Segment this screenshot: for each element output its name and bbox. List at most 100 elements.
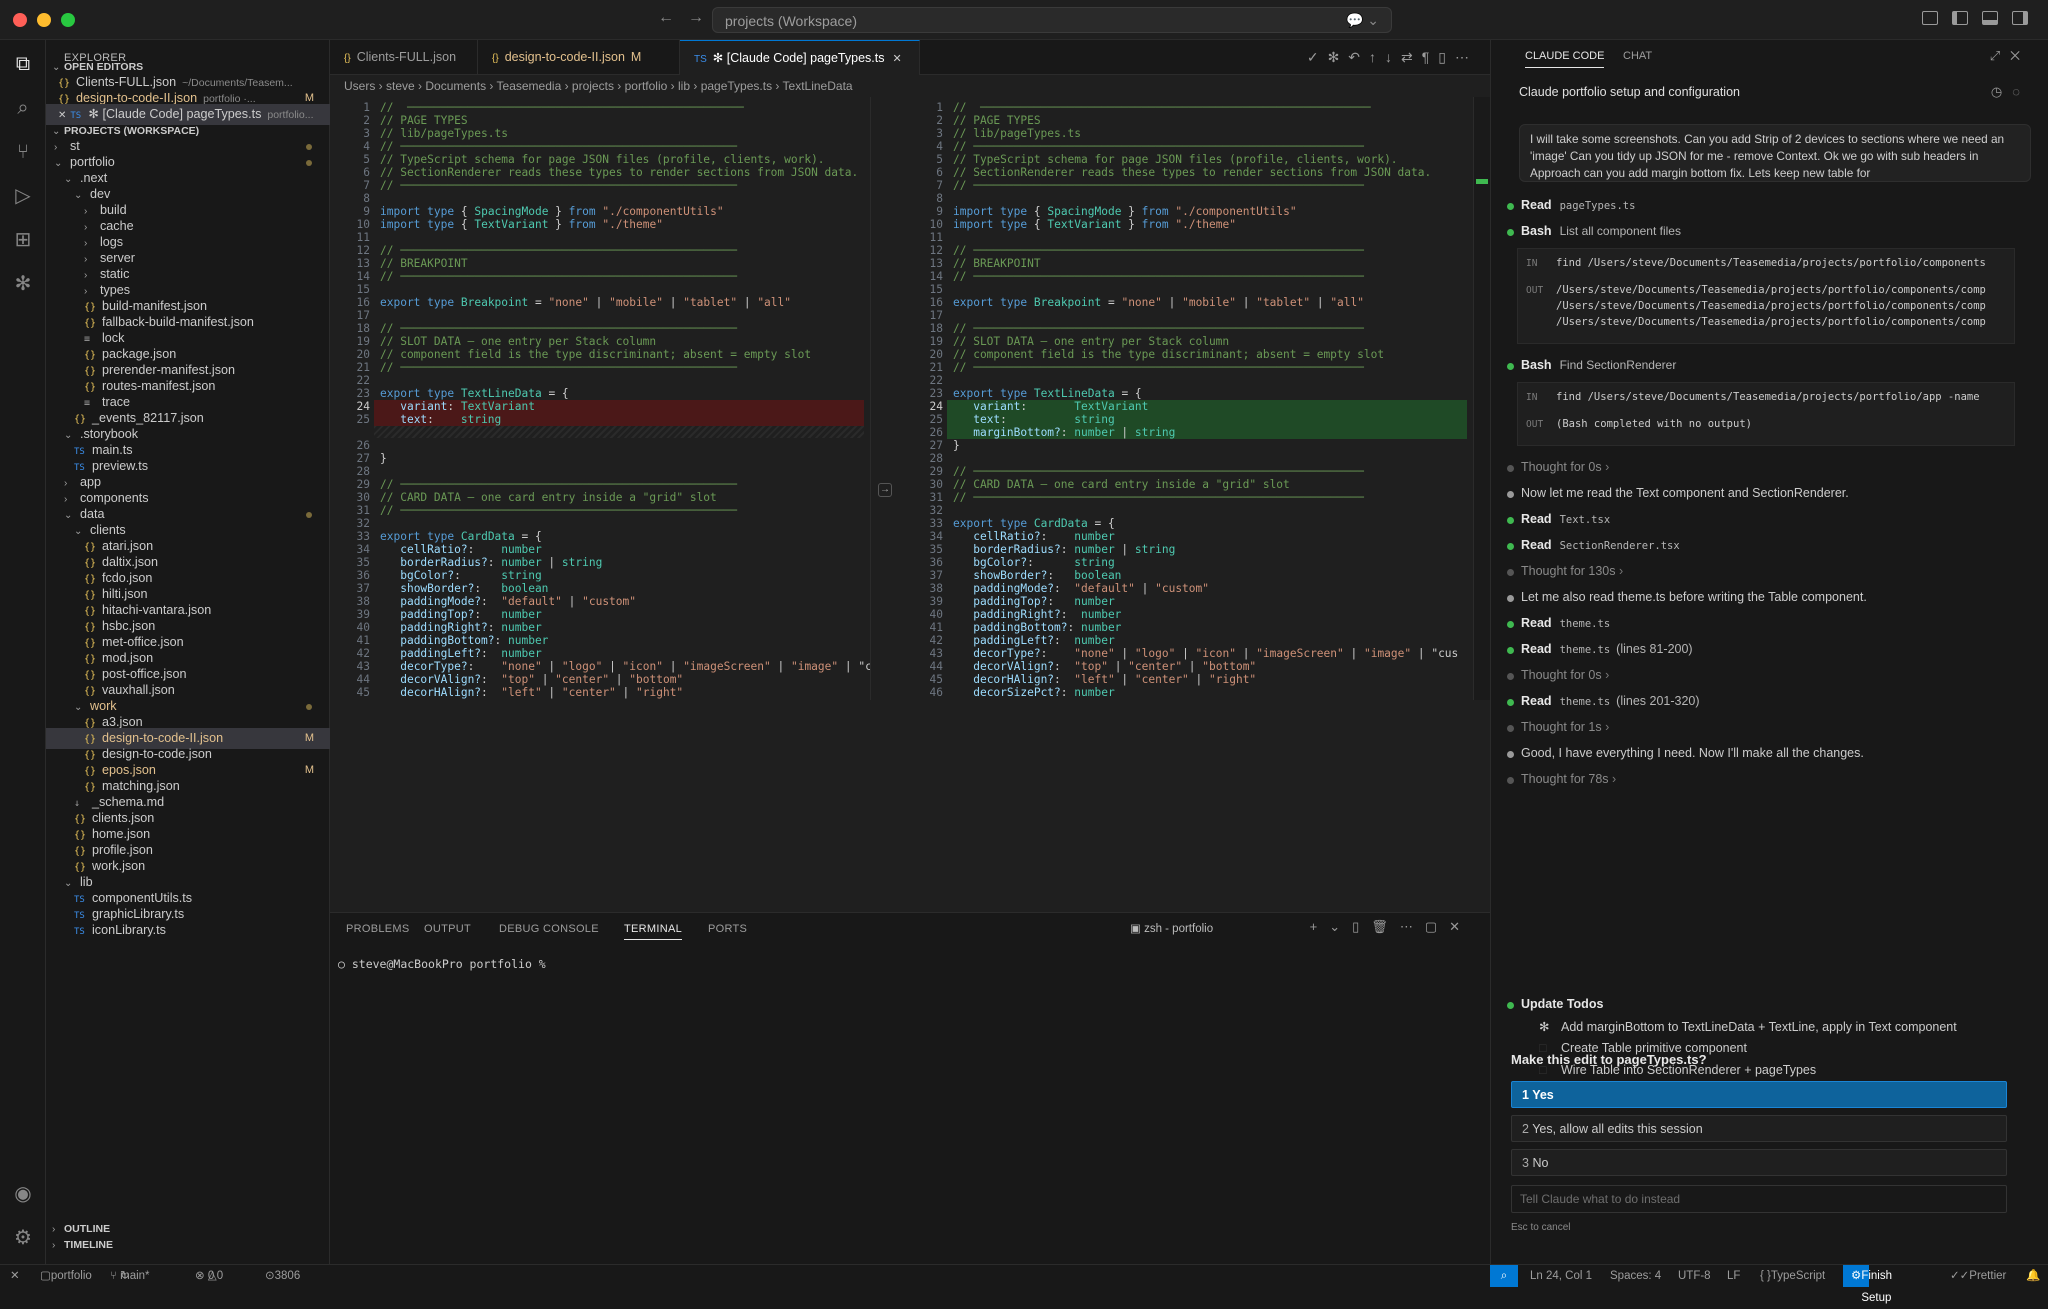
breadcrumb-item[interactable]: steve [386, 79, 415, 93]
chat-icon[interactable]: 💬 ⌄ [1346, 12, 1379, 29]
tab-chat[interactable]: CHAT [1623, 50, 1652, 62]
revert-arrow-icon[interactable]: → [878, 483, 892, 497]
diff-original-pane[interactable]: 1 2 3 4 5 6 7 8 9 10 11 12 13 14 15 16 17 18 19 20 21 22 23 24 2… [330, 97, 870, 700]
line-number: 34 [356, 543, 370, 556]
zoom-window-button[interactable] [61, 13, 75, 27]
chat-step[interactable]: Thought for 1s › [1521, 720, 1609, 734]
folder-status[interactable]: ▢ portfolio [40, 1265, 92, 1287]
breadcrumb-item[interactable]: projects [572, 79, 614, 93]
prettier-status[interactable]: ✓✓ Prettier [1950, 1265, 2006, 1287]
terminal-shell-label[interactable]: ▣ zsh - portfolio [1130, 921, 1213, 935]
breadcrumb-item[interactable]: pageTypes.ts [701, 79, 772, 93]
line-number: 7 [936, 179, 943, 192]
instruction-input[interactable]: Tell Claude what to do instead [1511, 1185, 2007, 1213]
minimize-window-button[interactable] [37, 13, 51, 27]
line-number: 22 [929, 374, 943, 387]
explorer-icon[interactable]: ⧉ [11, 52, 35, 76]
encoding[interactable]: UTF-8 [1678, 1265, 1711, 1287]
toggle-secondary-sidebar-icon[interactable] [2012, 11, 2028, 25]
code-line: // TypeScript schema for page JSON files… [953, 153, 1398, 166]
code-line: paddingRight?: number [973, 608, 1122, 621]
line-number: 1 [363, 101, 370, 114]
finish-setup-button[interactable]: ⚙ Finish Setup [1843, 1265, 1892, 1304]
breadcrumb-item[interactable]: TextLineData [783, 79, 853, 93]
code-line: } [380, 452, 387, 465]
chat-step[interactable]: Thought for 0s › [1521, 460, 1609, 474]
search-icon[interactable]: ⌕ [11, 96, 35, 120]
breadcrumb-item[interactable]: Users [344, 79, 375, 93]
language-mode[interactable]: { } TypeScript [1760, 1265, 1825, 1287]
tab-claude-code[interactable]: CLAUDE CODE [1525, 50, 1605, 68]
line-number: 38 [929, 582, 943, 595]
panel-tab[interactable]: PROBLEMS [346, 923, 410, 935]
chat-step[interactable]: Thought for 0s › [1521, 668, 1609, 682]
line-number: 8 [936, 192, 943, 205]
zoom-icon[interactable]: ⌕ [1490, 1265, 1518, 1287]
editor-tab[interactable]: {} Clients-FULL.json [330, 40, 478, 75]
code-line: export type TextLineData = { [380, 387, 569, 400]
cursor-position[interactable]: Ln 24, Col 1 [1530, 1265, 1592, 1287]
timeline-section[interactable]: › TIMELINE [46, 1234, 330, 1255]
toggle-panel-icon[interactable] [1982, 11, 1998, 25]
panel-tab[interactable]: TERMINAL [624, 923, 683, 940]
close-window-button[interactable] [13, 13, 27, 27]
notifications-icon[interactable]: 🔔 [2026, 1265, 2040, 1287]
chat-step[interactable]: Thought for 130s › [1521, 564, 1623, 578]
panel-window-controls[interactable]: ⤢✕ [1990, 48, 2030, 64]
problems-status[interactable]: ⊗ 0 △ 0 [195, 1265, 223, 1287]
option-number: 2 [1522, 1122, 1533, 1136]
panel-actions[interactable]: +⌄▯🗑⋯▢✕ [1310, 919, 1472, 935]
tree-item-label: server [100, 251, 135, 265]
panel-tab[interactable]: OUTPUT [424, 923, 471, 935]
line-number: 46 [330, 699, 370, 700]
editor-tab[interactable]: TS ✻ [Claude Code] pageTypes.ts ✕ [680, 40, 920, 75]
back-arrow-icon[interactable]: ← [658, 9, 688, 26]
indentation[interactable]: Spaces: 4 [1610, 1265, 1661, 1287]
chat-step[interactable]: Thought for 78s › [1521, 772, 1616, 786]
panel-tab[interactable]: DEBUG CONSOLE [499, 923, 599, 935]
code-line: // ─────────────────────────────────────… [380, 478, 737, 491]
editor-toolbar[interactable]: ✓✻↶↑↓⇄¶▯⋯ [1307, 49, 1478, 66]
editor-tab[interactable]: {} design-to-code-II.json M [478, 40, 680, 75]
extensions-icon[interactable]: ⊞ [11, 228, 35, 252]
line-number: 39 [929, 595, 943, 608]
breadcrumb-item[interactable]: portfolio [625, 79, 668, 93]
panel-tab[interactable]: PORTS [708, 923, 747, 935]
minimap[interactable] [1473, 97, 1490, 700]
run-debug-icon[interactable]: ▷ [11, 184, 35, 208]
code-line: // ─────────────────────────────────────… [953, 465, 1364, 478]
breadcrumb-item[interactable]: lib [678, 79, 690, 93]
code-line: // ─────────────────────────────────────… [953, 361, 1364, 374]
breadcrumb-separator: › [613, 79, 625, 93]
tree-item-label: build-manifest.json [102, 299, 207, 313]
option-number: 3 [1522, 1156, 1533, 1170]
end-of-line[interactable]: LF [1727, 1265, 1740, 1287]
customize-layout-icon[interactable] [1922, 11, 1938, 25]
breadcrumb-item[interactable]: Documents [425, 79, 486, 93]
terminal-prompt[interactable]: ○ steve@MacBookPro portfolio % [338, 957, 546, 971]
chat-step: Read Text.tsx [1521, 512, 1610, 526]
approval-option[interactable]: 2 Yes, allow all edits this session [1511, 1115, 2007, 1142]
account-icon[interactable]: ◉ [11, 1182, 35, 1206]
tree-item-label: main.ts [92, 443, 133, 457]
tree-item-label: fallback-build-manifest.json [102, 315, 254, 329]
source-control-icon[interactable]: ⑂ [11, 140, 35, 164]
line-number: 10 [929, 218, 943, 231]
claude-icon[interactable]: ✻ [11, 272, 35, 296]
tree-item[interactable]: TS iconLibrary.ts [46, 920, 330, 941]
close-tab-icon[interactable]: ✕ [892, 53, 901, 65]
command-center-search[interactable]: projects (Workspace) 💬 ⌄ [712, 7, 1392, 33]
diff-modified-pane[interactable]: 1 2 3 4 5 6 7 8 9 10 11 12 13 14 15 16 17 18 19 20 21 22 23 24 2… [903, 97, 1473, 700]
approval-option[interactable]: 1 Yes [1511, 1081, 2007, 1108]
tree-item-label: app [80, 475, 102, 489]
code-line: // ─────────────────────────────────────… [380, 270, 737, 283]
history-icon[interactable]: ◷◌ [1991, 84, 2030, 100]
toggle-primary-sidebar-icon[interactable] [1952, 11, 1968, 25]
code-line: // SLOT DATA — one entry per Stack colum… [953, 335, 1230, 348]
approval-option[interactable]: 3 No [1511, 1149, 2007, 1176]
remote-icon[interactable]: ✕ [10, 1265, 20, 1287]
ports-status[interactable]: ⊙ 3806 [265, 1265, 300, 1287]
branch-status[interactable]: ⑂ main* ↻ [110, 1265, 150, 1287]
settings-gear-icon[interactable]: ⚙ [11, 1226, 35, 1250]
breadcrumb-item[interactable]: Teasemedia [497, 79, 562, 93]
